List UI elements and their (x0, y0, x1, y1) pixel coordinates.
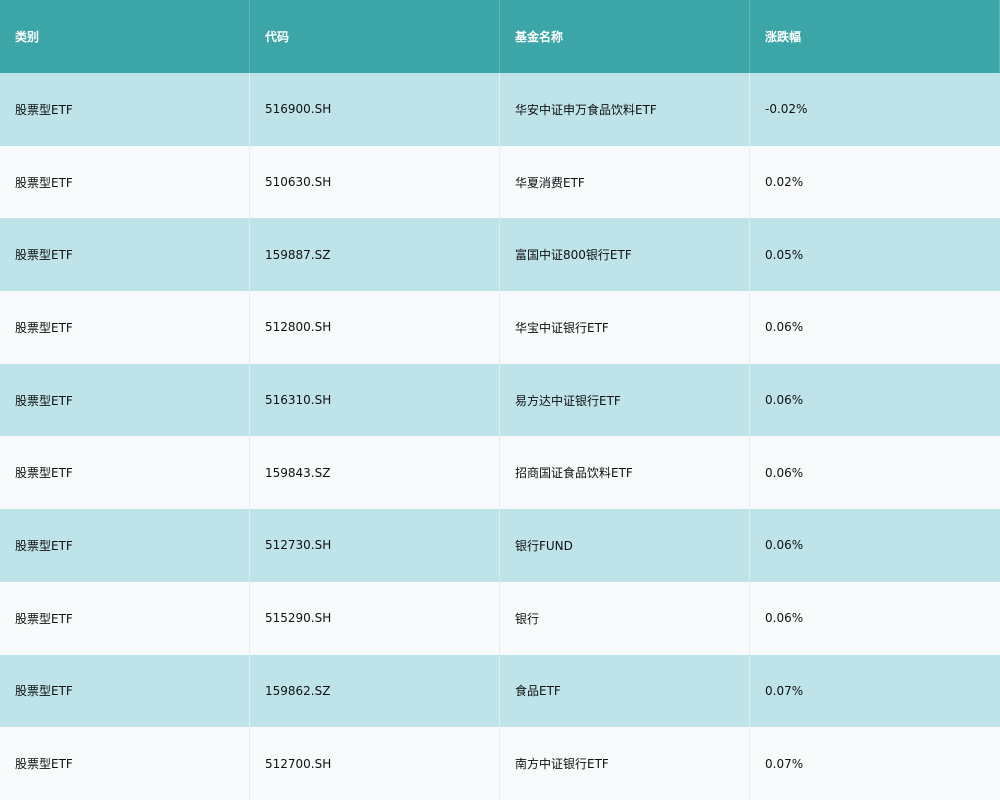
cell-code: 512800.SH (250, 291, 500, 364)
cell-category: 股票型ETF (0, 218, 250, 292)
table-row[interactable]: 股票型ETF 159862.SZ 食品ETF 0.07% (0, 654, 1000, 728)
cell-category: 股票型ETF (0, 509, 250, 582)
cell-change: 0.06% (765, 538, 804, 553)
table-row[interactable]: 股票型ETF 516310.SH 易方达中证银行ETF 0.06% (0, 363, 1000, 437)
cell-code: 512700.SH (250, 727, 500, 800)
cell-change: 0.05% (765, 247, 804, 262)
cell-change: 0.06% (765, 465, 804, 480)
cell-code: 159887.SZ (250, 218, 500, 292)
table-header: 类别 代码 基金名称 涨跌幅 (0, 0, 1000, 73)
cell-fund-name: 华安中证申万食品饮料ETF (500, 73, 750, 146)
table-row[interactable]: 股票型ETF 512730.SH 银行FUND 0.06% (0, 509, 1000, 582)
table-row[interactable]: 股票型ETF 515290.SH 银行 0.06% (0, 581, 1000, 655)
cell-category: 股票型ETF (0, 581, 250, 655)
table-row[interactable]: 股票型ETF 512800.SH 华宝中证银行ETF 0.06% (0, 291, 1000, 364)
cell-change: 0.07% (765, 756, 804, 771)
cell-change: 0.02% (765, 175, 804, 190)
table-row[interactable]: 股票型ETF 510630.SH 华夏消费ETF 0.02% (0, 145, 1000, 219)
cell-fund-name: 南方中证银行ETF (500, 727, 750, 800)
cell-code: 159843.SZ (250, 436, 500, 510)
cell-category: 股票型ETF (0, 363, 250, 437)
cell-category: 股票型ETF (0, 73, 250, 146)
fund-table: 类别 代码 基金名称 涨跌幅 股票型ETF 516900.SH 华安中证申万食品… (0, 0, 1000, 800)
header-category[interactable]: 类别 (0, 0, 250, 73)
cell-change: 0.06% (765, 611, 804, 626)
cell-code: 516900.SH (250, 73, 500, 146)
cell-code: 515290.SH (250, 581, 500, 655)
cell-code: 159862.SZ (250, 654, 500, 728)
table-row[interactable]: 股票型ETF 516900.SH 华安中证申万食品饮料ETF -0.02% (0, 73, 1000, 146)
cell-category: 股票型ETF (0, 654, 250, 728)
cell-fund-name: 银行 (500, 581, 750, 655)
cell-code: 512730.SH (250, 509, 500, 582)
cell-change: 0.07% (765, 683, 804, 698)
cell-category: 股票型ETF (0, 727, 250, 800)
cell-change: 0.06% (765, 320, 804, 335)
cell-fund-name: 食品ETF (500, 654, 750, 728)
cell-category: 股票型ETF (0, 436, 250, 510)
cell-code: 510630.SH (250, 145, 500, 219)
table-row[interactable]: 股票型ETF 159843.SZ 招商国证食品饮料ETF 0.06% (0, 436, 1000, 510)
cell-fund-name: 华夏消费ETF (500, 145, 750, 219)
cell-change: -0.02% (765, 102, 808, 117)
cell-category: 股票型ETF (0, 145, 250, 219)
cell-fund-name: 富国中证800银行ETF (500, 218, 750, 292)
table-row[interactable]: 股票型ETF 159887.SZ 富国中证800银行ETF 0.05% (0, 218, 1000, 292)
cell-change: 0.06% (765, 393, 804, 408)
cell-fund-name: 易方达中证银行ETF (500, 363, 750, 437)
header-change[interactable]: 涨跌幅 (750, 0, 1000, 73)
cell-fund-name: 银行FUND (500, 509, 750, 582)
cell-fund-name: 华宝中证银行ETF (500, 291, 750, 364)
header-fund-name[interactable]: 基金名称 (500, 0, 750, 73)
header-code[interactable]: 代码 (250, 0, 500, 73)
cell-category: 股票型ETF (0, 291, 250, 364)
table-row[interactable]: 股票型ETF 512700.SH 南方中证银行ETF 0.07% (0, 727, 1000, 800)
cell-fund-name: 招商国证食品饮料ETF (500, 436, 750, 510)
cell-code: 516310.SH (250, 363, 500, 437)
